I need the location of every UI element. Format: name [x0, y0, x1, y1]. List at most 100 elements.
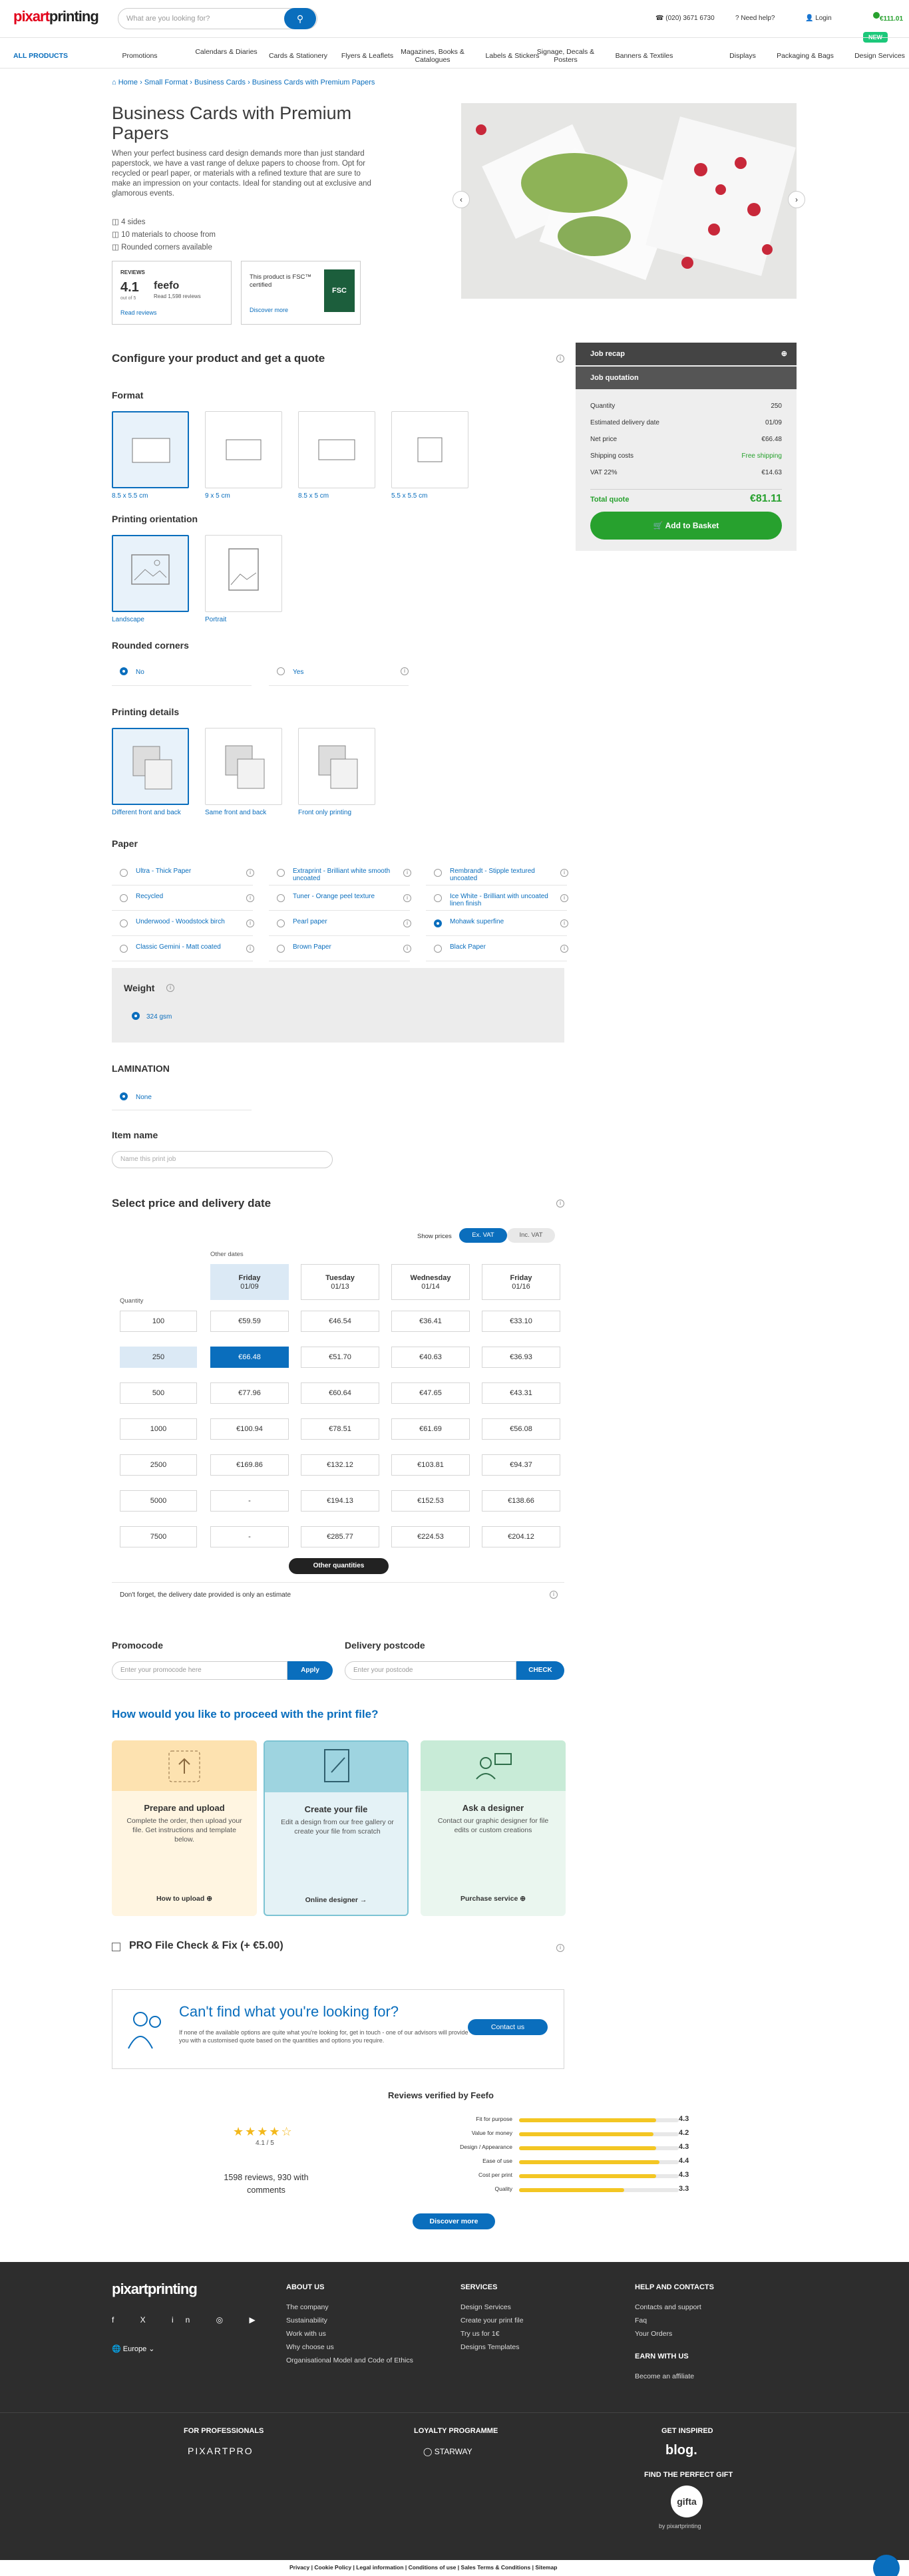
footer-link[interactable]: Create your print file [460, 2317, 620, 2325]
paper-radio[interactable] [277, 945, 285, 953]
delivery-day-header[interactable]: Wednesday 01/14 [391, 1264, 470, 1300]
footer-link[interactable]: Designs Templates [460, 2343, 620, 2351]
price-cell[interactable]: €194.13 [301, 1490, 379, 1512]
price-cell[interactable]: €60.64 [301, 1382, 379, 1404]
footer-link[interactable]: The company [286, 2303, 446, 2311]
info-icon[interactable]: i [246, 919, 254, 927]
price-cell[interactable]: €47.65 [391, 1382, 470, 1404]
legal-link[interactable]: Sales Terms & Conditions [461, 2564, 531, 2571]
footer-link[interactable]: Organisational Model and Code of Ethics [286, 2356, 446, 2364]
quantity-cell[interactable]: 2500 [120, 1454, 197, 1476]
orientation-portrait[interactable] [205, 535, 282, 612]
price-cell[interactable]: €224.53 [391, 1526, 470, 1547]
info-icon[interactable]: i [401, 667, 409, 675]
region-selector[interactable]: 🌐 Europe ⌄ [112, 2344, 155, 2353]
pro-file-checkbox[interactable] [112, 1943, 120, 1951]
quantity-cell[interactable]: 1000 [120, 1418, 197, 1440]
price-cell[interactable]: €78.51 [301, 1418, 379, 1440]
format-option[interactable] [205, 411, 282, 488]
quantity-cell[interactable]: 100 [120, 1311, 197, 1332]
legal-link[interactable]: Cookie Policy [314, 2564, 351, 2571]
info-icon[interactable]: i [556, 355, 564, 363]
price-cell[interactable]: €40.63 [391, 1347, 470, 1368]
delivery-day-header[interactable]: Friday 01/09 [210, 1264, 289, 1300]
paper-radio[interactable] [434, 945, 442, 953]
price-cell[interactable]: €43.31 [482, 1382, 560, 1404]
postcode-input[interactable]: Enter your postcode [345, 1661, 516, 1680]
footer-link[interactable]: Contacts and support [635, 2303, 795, 2311]
gifta-logo[interactable]: gifta [671, 2486, 703, 2517]
price-cell[interactable]: €132.12 [301, 1454, 379, 1476]
price-cell[interactable]: €56.08 [482, 1418, 560, 1440]
discover-more-link[interactable]: Discover more [250, 307, 288, 313]
read-reviews-link[interactable]: Read reviews [120, 309, 157, 316]
info-icon[interactable]: i [556, 1944, 564, 1952]
nav-item-3[interactable]: Cards & Stationery [265, 52, 331, 60]
nav-item-8[interactable]: Banners & Textiles [611, 52, 677, 60]
footer-link[interactable]: Become an affiliate [635, 2372, 694, 2380]
info-icon[interactable]: i [560, 945, 568, 953]
carousel-prev-icon[interactable]: ‹ [453, 191, 470, 208]
quantity-cell[interactable]: 5000 [120, 1490, 197, 1512]
starway-logo[interactable]: ◯ STARWAY [423, 2447, 472, 2456]
weight-radio[interactable] [132, 1012, 140, 1020]
price-cell[interactable]: €94.37 [482, 1454, 560, 1476]
nav-item-10[interactable]: Packaging & Bags [772, 52, 838, 60]
legal-link[interactable]: Conditions of use [409, 2564, 456, 2571]
contact-us-button[interactable]: Contact us [468, 2019, 548, 2035]
paper-radio[interactable] [120, 869, 128, 877]
promocode-input[interactable]: Enter your promocode here [112, 1661, 287, 1680]
lamination-radio[interactable] [120, 1092, 128, 1100]
price-cell[interactable]: €36.93 [482, 1347, 560, 1368]
info-icon[interactable]: i [403, 919, 411, 927]
carousel-next-icon[interactable]: › [788, 191, 805, 208]
info-icon[interactable]: i [556, 1200, 564, 1208]
price-cell[interactable]: €36.41 [391, 1311, 470, 1332]
search-icon[interactable]: ⚲ [284, 8, 316, 29]
paper-radio[interactable] [277, 869, 285, 877]
paper-radio[interactable] [277, 919, 285, 927]
price-cell[interactable]: €59.59 [210, 1311, 289, 1332]
quantity-cell[interactable]: 7500 [120, 1526, 197, 1547]
footer-link[interactable]: Sustainability [286, 2317, 446, 2325]
info-icon[interactable]: i [403, 894, 411, 902]
nav-item-4[interactable]: Flyers & Leaflets [334, 52, 401, 60]
legal-link[interactable]: Legal information [356, 2564, 403, 2571]
cart-total[interactable]: €111.01 [880, 15, 903, 23]
social-icons[interactable]: f X in ◎ ▶ [112, 2315, 268, 2325]
ask-designer-card[interactable]: Ask a designer Contact our graphic design… [421, 1740, 566, 1916]
quantity-cell[interactable]: 500 [120, 1382, 197, 1404]
orientation-landscape[interactable] [112, 535, 189, 612]
info-icon[interactable]: i [550, 1591, 558, 1599]
corners-yes-radio[interactable] [277, 667, 285, 675]
info-icon[interactable]: i [560, 894, 568, 902]
footer-link[interactable]: Your Orders [635, 2330, 795, 2338]
legal-link[interactable]: Privacy [289, 2564, 309, 2571]
nav-item-5[interactable]: Magazines, Books & Catalogues [399, 48, 466, 64]
info-icon[interactable]: i [403, 869, 411, 877]
discover-more-button[interactable]: Discover more [413, 2213, 495, 2229]
price-cell[interactable]: €33.10 [482, 1311, 560, 1332]
price-cell[interactable]: €61.69 [391, 1418, 470, 1440]
ex-vat-toggle[interactable]: Ex. VAT [459, 1228, 507, 1243]
delivery-day-header[interactable]: Tuesday 01/13 [301, 1264, 379, 1300]
paper-radio[interactable] [434, 894, 442, 902]
nav-item-1[interactable]: Promotions [106, 52, 173, 60]
pixartpro-logo[interactable]: PIXARTPRO [188, 2446, 254, 2456]
create-file-card[interactable]: Create your file Edit a design from our f… [264, 1740, 409, 1916]
nav-item-2[interactable]: Calendars & Diaries [193, 48, 260, 56]
corners-no-radio[interactable] [120, 667, 128, 675]
site-logo[interactable]: pixartprinting [13, 8, 99, 25]
info-icon[interactable]: i [166, 984, 174, 992]
cart-icon[interactable] [873, 12, 880, 19]
footer-link[interactable]: Design Services [460, 2303, 620, 2311]
footer-link[interactable]: Faq [635, 2317, 795, 2325]
other-quantities-button[interactable]: Other quantities [289, 1558, 389, 1574]
check-button[interactable]: CHECK [516, 1661, 564, 1680]
paper-radio[interactable] [120, 919, 128, 927]
price-cell[interactable]: €204.12 [482, 1526, 560, 1547]
paper-radio[interactable] [277, 894, 285, 902]
help-link[interactable]: ? Need help? [735, 15, 775, 22]
format-option[interactable] [298, 411, 375, 488]
price-cell[interactable]: €46.54 [301, 1311, 379, 1332]
